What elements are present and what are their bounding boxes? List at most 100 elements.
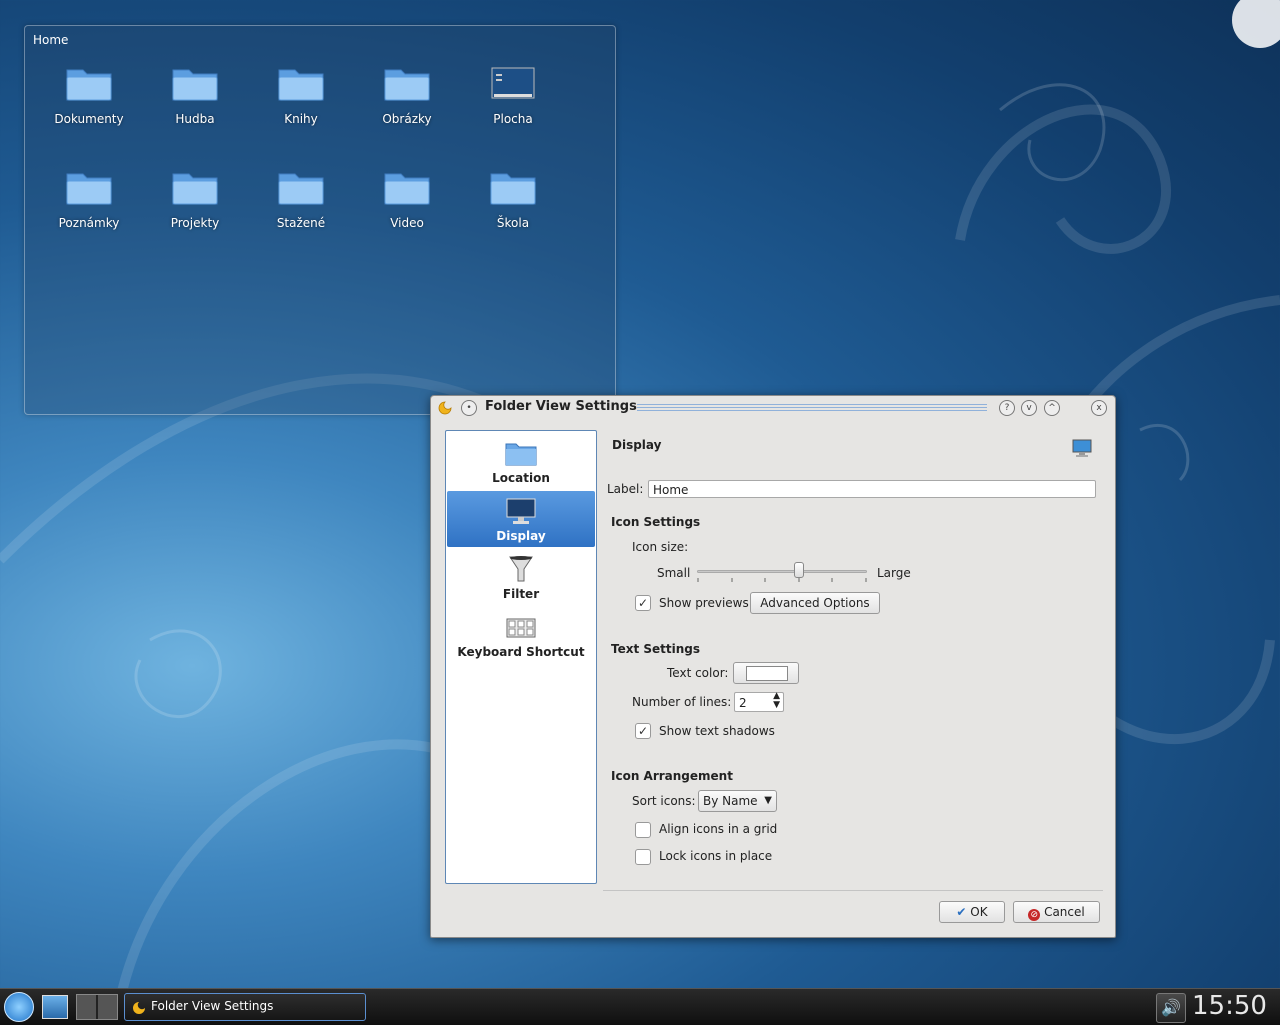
clock[interactable]: 15:50	[1192, 991, 1267, 1021]
folder-icon	[278, 173, 324, 205]
minimize-button[interactable]: v	[1021, 400, 1037, 416]
show-previews-label: Show previews	[659, 596, 749, 610]
number-of-lines-label: Number of lines:	[632, 695, 732, 709]
cancel-label: Cancel	[1044, 905, 1085, 919]
show-desktop-icon[interactable]	[42, 995, 68, 1019]
desktop-item[interactable]: Video	[357, 168, 457, 230]
advanced-options-button[interactable]: Advanced Options	[750, 592, 880, 614]
desktop-item-label: Stažené	[276, 216, 326, 230]
desktop-item-label: Plocha	[493, 112, 533, 126]
volume-icon[interactable]: 🔊	[1156, 993, 1186, 1023]
label-input[interactable]: Home	[648, 480, 1096, 498]
slider-ticks	[697, 578, 867, 582]
folder-icon	[384, 69, 430, 101]
pin-icon[interactable]: •	[461, 400, 477, 416]
desktop-item[interactable]: Projekty	[145, 168, 245, 230]
cancel-icon: ⊘	[1028, 909, 1041, 921]
help-button[interactable]: ?	[999, 400, 1015, 416]
desktop-item[interactable]: Hudba	[145, 64, 245, 126]
show-text-shadows-checkbox[interactable]: ✓	[635, 723, 651, 739]
lock-in-place-checkbox[interactable]	[635, 849, 651, 865]
sort-value: By Name	[703, 794, 758, 808]
folder-icon	[172, 69, 218, 101]
align-grid-checkbox[interactable]	[635, 822, 651, 838]
keyboard-icon	[506, 618, 536, 638]
sidebar-item-label: Display	[496, 529, 546, 543]
settings-page: Display Label: Home Icon Settings Icon s…	[601, 430, 1105, 886]
page-title: Display	[612, 438, 662, 452]
settings-sidebar: Location Display Filter Keyboard Shortcu…	[445, 430, 597, 884]
sidebar-item-filter[interactable]: Filter	[447, 549, 595, 605]
folder-icon	[172, 173, 218, 205]
desktop-item-label: Obrázky	[382, 112, 432, 126]
desktop-item[interactable]: Poznámky	[39, 168, 139, 230]
desktop-item[interactable]: Knihy	[251, 64, 351, 126]
folder-icon	[384, 173, 430, 205]
sidebar-item-label: Location	[492, 471, 550, 485]
desktop-item-label: Škola	[496, 216, 530, 230]
desktop-item[interactable]: Obrázky	[357, 64, 457, 126]
funnel-icon	[509, 556, 533, 582]
folder-icon	[66, 69, 112, 101]
slider-handle[interactable]	[794, 562, 804, 578]
sidebar-item-keyboard-shortcut[interactable]: Keyboard Shortcut	[447, 607, 595, 663]
desktop-icon	[491, 67, 535, 99]
folder-view-title: Home	[33, 33, 69, 47]
monitor-icon	[1072, 439, 1092, 457]
folder-icon	[66, 173, 112, 205]
ok-label: OK	[970, 905, 988, 919]
icon-size-slider[interactable]	[697, 560, 867, 584]
taskbar: Folder View Settings 🔊 15:50	[0, 988, 1280, 1025]
ok-button[interactable]: ✔ OK	[939, 901, 1005, 923]
desktop-item-label: Knihy	[284, 112, 318, 126]
check-icon: ✔	[956, 905, 967, 919]
lines-value: 2	[739, 696, 747, 710]
folder-view-settings-dialog: • Folder View Settings ? v ^ x Location …	[430, 395, 1116, 938]
pager-icon[interactable]	[76, 994, 118, 1020]
monitor-icon	[506, 498, 536, 524]
desktop-item[interactable]: Škola	[463, 168, 563, 230]
taskbar-task[interactable]: Folder View Settings	[124, 993, 366, 1021]
button-divider	[603, 890, 1103, 891]
chevron-down-icon: ▼	[764, 795, 772, 806]
sidebar-item-label: Keyboard Shortcut	[457, 645, 585, 659]
lock-in-place-label: Lock icons in place	[659, 849, 773, 863]
desktop-item[interactable]: Plocha	[463, 64, 563, 126]
color-swatch	[746, 666, 788, 681]
kickoff-launcher-icon[interactable]	[4, 992, 34, 1022]
folder-icon	[505, 443, 537, 466]
spin-arrows-icon[interactable]: ▲ ▼	[773, 692, 780, 710]
label-field-label: Label:	[607, 482, 644, 496]
app-icon[interactable]	[437, 400, 453, 416]
titlebar-decoration	[637, 404, 987, 412]
show-text-shadows-label: Show text shadows	[659, 724, 775, 738]
desktop-item[interactable]: Dokumenty	[39, 64, 139, 126]
close-button[interactable]: x	[1091, 400, 1107, 416]
text-settings-heading: Text Settings	[611, 642, 701, 656]
folder-icon	[278, 69, 324, 101]
desktop-item[interactable]: Stažené	[251, 168, 351, 230]
icon-settings-heading: Icon Settings	[611, 515, 701, 529]
align-grid-label: Align icons in a grid	[659, 822, 778, 836]
number-of-lines-spinbox[interactable]: 2 ▲ ▼	[734, 692, 784, 712]
folder-icon	[490, 173, 536, 205]
app-icon	[133, 1002, 145, 1014]
sidebar-item-location[interactable]: Location	[447, 433, 595, 489]
text-color-button[interactable]	[733, 662, 799, 684]
maximize-button[interactable]: ^	[1044, 400, 1060, 416]
sidebar-item-display[interactable]: Display	[447, 491, 595, 547]
dialog-title: Folder View Settings	[485, 399, 637, 414]
sort-icons-dropdown[interactable]: By Name ▼	[698, 790, 777, 812]
cancel-button[interactable]: ⊘ Cancel	[1013, 901, 1100, 923]
slider-max-label: Large	[877, 566, 911, 580]
task-label: Folder View Settings	[151, 999, 274, 1013]
icon-arrangement-heading: Icon Arrangement	[611, 769, 733, 783]
folder-view-widget: Home Dokumenty Hudba Knihy Obrázky Plocha Poz…	[24, 25, 616, 415]
slider-min-label: Small	[657, 566, 691, 580]
desktop-item-label: Hudba	[175, 112, 215, 126]
show-previews-checkbox[interactable]: ✓	[635, 595, 651, 611]
sidebar-item-label: Filter	[502, 587, 540, 601]
title-bar[interactable]: • Folder View Settings ? v ^ x	[431, 396, 1115, 420]
text-color-label: Text color:	[667, 666, 729, 680]
desktop-item-label: Dokumenty	[54, 112, 124, 126]
